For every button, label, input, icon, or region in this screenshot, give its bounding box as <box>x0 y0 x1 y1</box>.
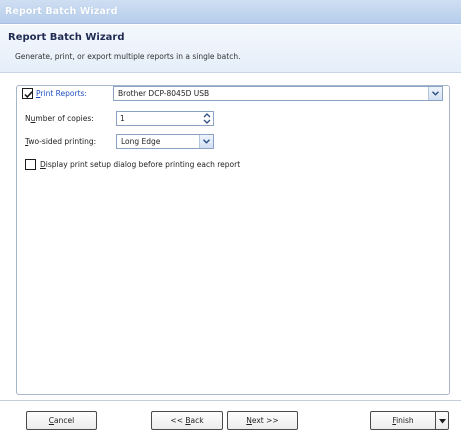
title-bar[interactable]: Report Batch Wizard <box>0 0 461 24</box>
cancel-button[interactable]: Cancel <box>26 411 97 430</box>
copies-value: 1 <box>120 114 125 123</box>
next-button[interactable]: Next >> <box>227 411 298 430</box>
spin-up-icon[interactable] <box>202 113 212 118</box>
spin-down-icon[interactable] <box>202 119 212 124</box>
wizard-header: Report Batch Wizard Generate, print, or … <box>0 25 461 73</box>
checkmark-icon <box>24 91 33 99</box>
two-sided-value: Long Edge <box>121 137 161 146</box>
back-button[interactable]: << Back <box>151 411 223 430</box>
printer-select-value: Brother DCP-8045D USB <box>118 89 210 98</box>
header-title: Report Batch Wizard <box>8 32 125 43</box>
finish-dropdown-button[interactable] <box>436 411 449 430</box>
print-reports-label[interactable]: Print Reports: <box>36 89 87 98</box>
header-subtitle: Generate, print, or export multiple repo… <box>15 52 241 61</box>
copies-label: Number of copies: <box>25 114 94 123</box>
printer-dropdown-button[interactable] <box>428 87 442 100</box>
print-options-group: Print Reports: Brother DCP-8045D USB Num… <box>16 85 450 395</box>
display-setup-checkbox[interactable] <box>25 159 36 170</box>
printer-select[interactable]: Brother DCP-8045D USB <box>113 86 443 101</box>
chevron-down-icon <box>432 91 439 96</box>
two-sided-label: Two-sided printing: <box>25 137 97 146</box>
chevron-down-icon <box>203 139 210 144</box>
wizard-footer: Cancel << Back Next >> Finish <box>0 400 461 439</box>
two-sided-dropdown-button[interactable] <box>199 135 213 148</box>
print-reports-checkbox[interactable] <box>22 88 33 99</box>
finish-button[interactable]: Finish <box>370 411 436 430</box>
copies-spin-buttons[interactable] <box>202 113 212 124</box>
report-batch-wizard-window: Report Batch Wizard Report Batch Wizard … <box>0 0 461 439</box>
caret-down-icon <box>439 419 446 424</box>
window-title: Report Batch Wizard <box>5 6 118 17</box>
two-sided-select[interactable]: Long Edge <box>116 134 214 149</box>
display-setup-label[interactable]: Display print setup dialog before printi… <box>40 160 240 169</box>
copies-spinner[interactable]: 1 <box>116 111 214 126</box>
